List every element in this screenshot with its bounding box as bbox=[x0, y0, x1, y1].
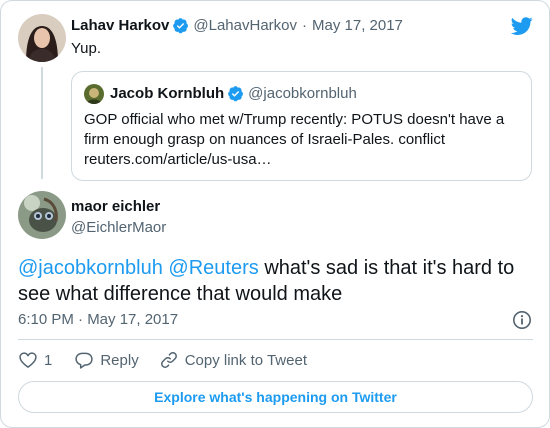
verified-badge-icon bbox=[228, 86, 244, 102]
parent-author-handle[interactable]: @LahavHarkov bbox=[193, 17, 297, 34]
quoted-tweet[interactable]: Jacob Kornbluh @jacobkornbluh GOP offici… bbox=[71, 71, 532, 181]
avatar-maor-eichler[interactable] bbox=[18, 191, 66, 239]
main-tweet-text: @jacobkornbluh @Reuters what's sad is th… bbox=[18, 255, 533, 307]
avatar-jacob-kornbluh bbox=[84, 84, 104, 104]
reply-label: Reply bbox=[100, 351, 139, 369]
link-icon bbox=[160, 352, 177, 368]
reply-bubble-icon bbox=[75, 352, 94, 369]
quoted-tweet-header: Jacob Kornbluh @jacobkornbluh bbox=[110, 85, 357, 102]
parent-author-name[interactable]: Lahav Harkov bbox=[71, 17, 169, 34]
parent-tweet-text: Yup. bbox=[71, 40, 102, 57]
avatar-lahav-harkov[interactable] bbox=[18, 14, 66, 62]
main-author-handle[interactable]: @EichlerMaor bbox=[71, 219, 166, 236]
copy-link-label: Copy link to Tweet bbox=[184, 351, 307, 369]
quoted-tweet-text: GOP official who met w/Trump recently: P… bbox=[84, 111, 505, 168]
thread-connector-line bbox=[41, 67, 43, 179]
tweet-timestamp[interactable]: 6:10 PM · May 17, 2017 bbox=[18, 311, 178, 328]
date-separator: · bbox=[302, 17, 307, 34]
heart-icon bbox=[19, 352, 37, 368]
like-count: 1 bbox=[44, 351, 53, 369]
verified-badge-icon bbox=[173, 18, 189, 34]
quoted-author-name: Jacob Kornbluh bbox=[110, 85, 225, 102]
like-button[interactable]: 1 bbox=[18, 350, 52, 370]
parent-tweet-date[interactable]: May 17, 2017 bbox=[312, 17, 403, 34]
mention-link-reuters[interactable]: @Reuters bbox=[168, 257, 258, 279]
info-icon[interactable] bbox=[512, 310, 532, 330]
tweet-actions-bar: 1 Reply Copy link to Tweet bbox=[18, 349, 307, 371]
reply-button[interactable]: Reply bbox=[74, 350, 139, 370]
main-author-name[interactable]: maor eichler bbox=[71, 198, 160, 215]
divider bbox=[18, 339, 533, 340]
tweet-embed-card: Lahav Harkov @LahavHarkov · May 17, 2017… bbox=[0, 0, 550, 428]
parent-tweet-header: Lahav Harkov @LahavHarkov · May 17, 2017 bbox=[71, 17, 403, 34]
quoted-author-handle: @jacobkornbluh bbox=[248, 85, 357, 102]
twitter-bird-icon[interactable] bbox=[511, 15, 533, 37]
explore-twitter-button[interactable]: Explore what's happening on Twitter bbox=[18, 381, 533, 413]
mention-link-jacobkornbluh[interactable]: @jacobkornbluh bbox=[18, 257, 163, 279]
copy-link-button[interactable]: Copy link to Tweet bbox=[159, 350, 307, 370]
